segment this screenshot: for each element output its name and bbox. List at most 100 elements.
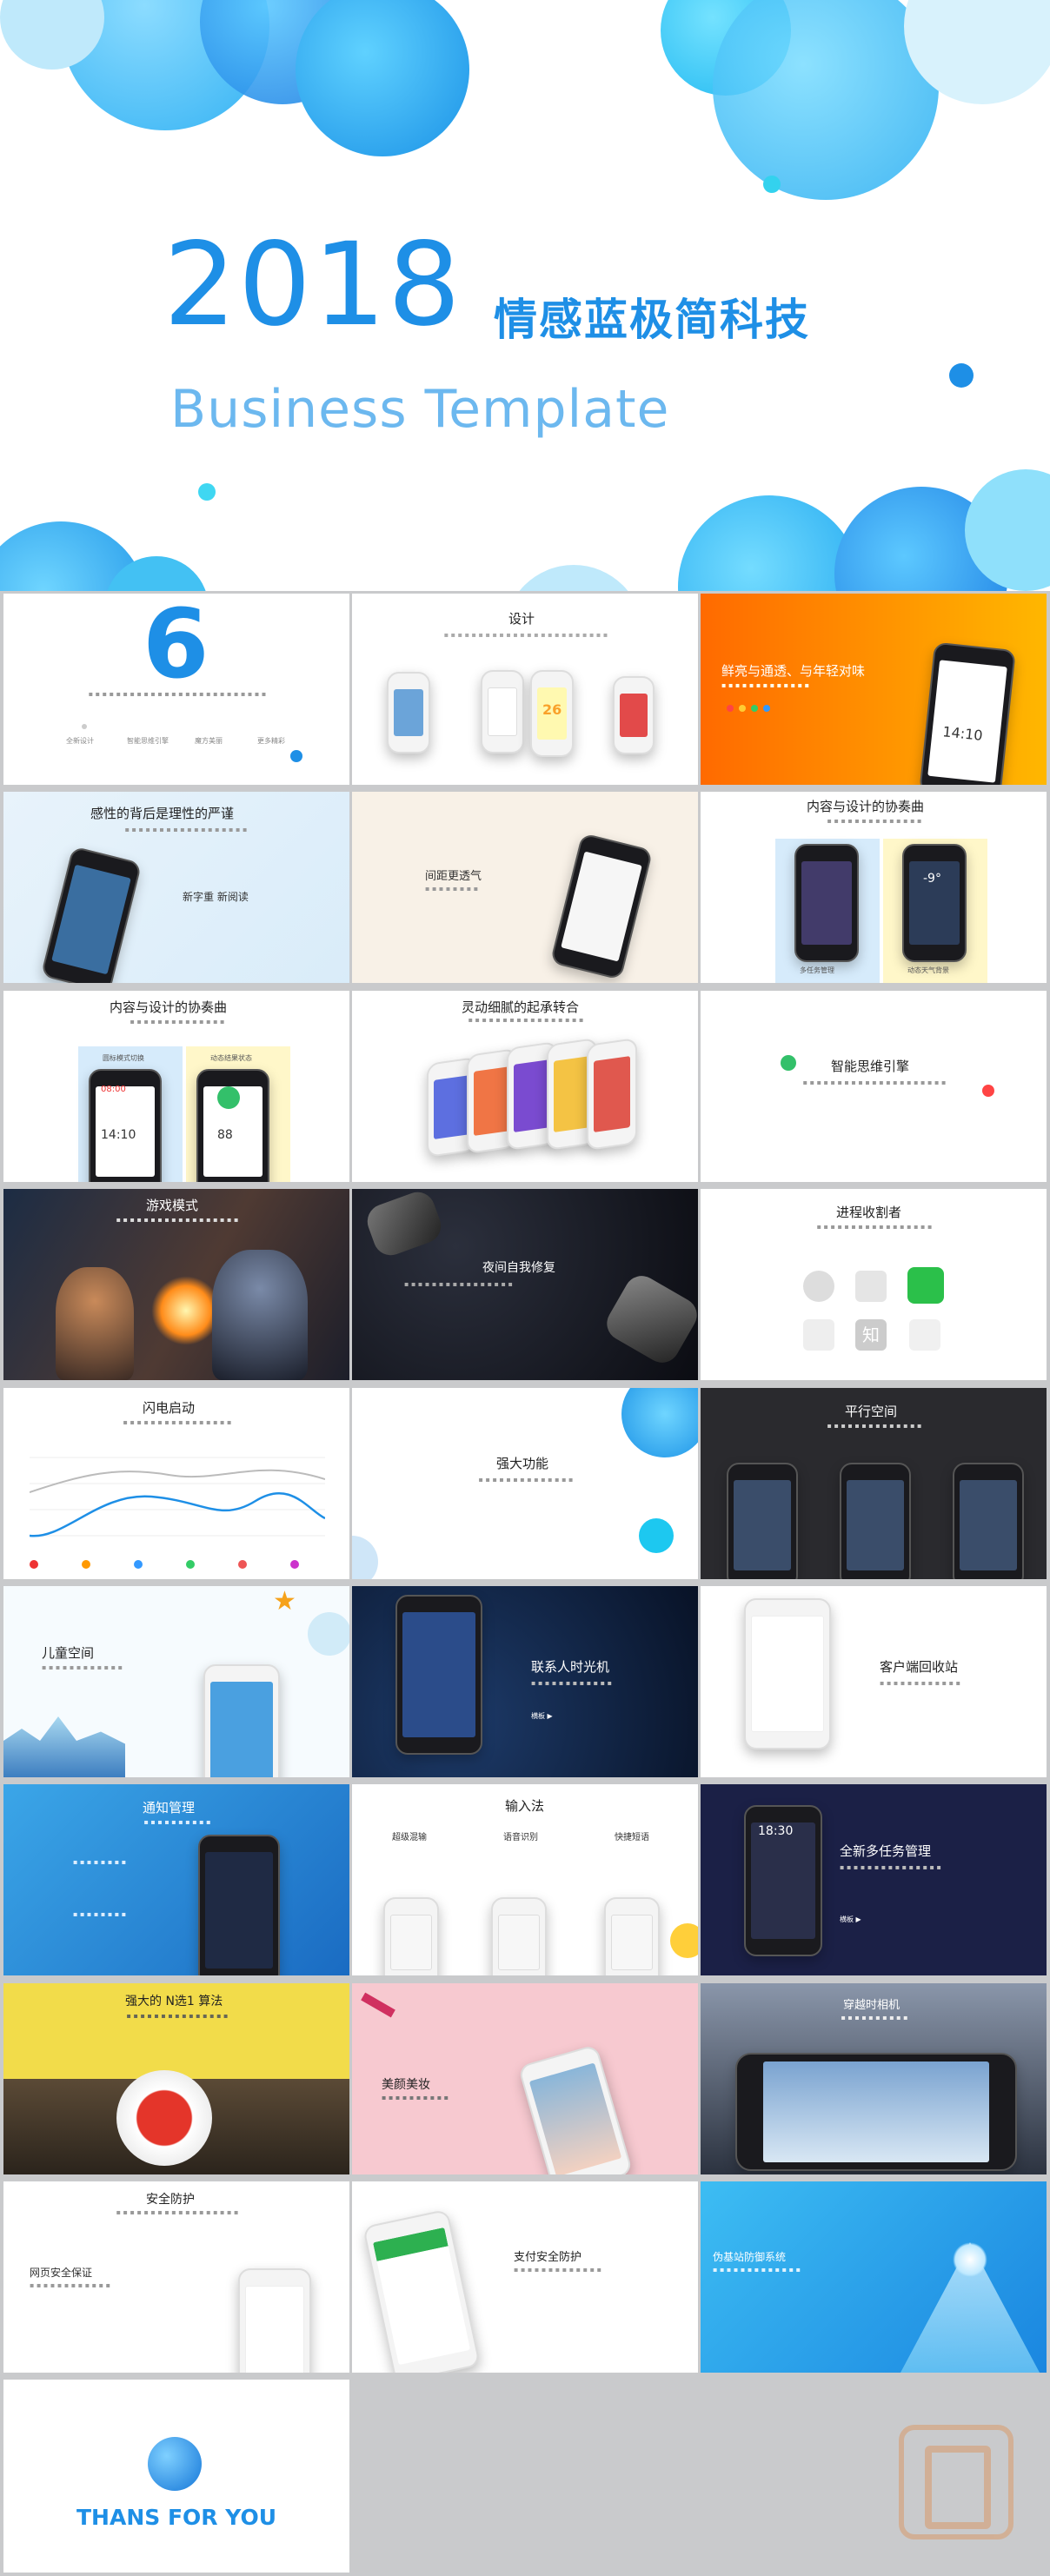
slide-title: 设计: [508, 611, 535, 627]
phone-mockup: 08:00 14:10: [89, 1069, 162, 1182]
color-dot: [763, 705, 770, 712]
year-heading: 2018: [163, 218, 462, 352]
phone-mockup: [40, 846, 143, 983]
paragraph: ▪ ▪ ▪ ▪ ▪ ▪ ▪ ▪ ▪ ▪ ▪ ▪ ▪ ▪: [130, 1018, 225, 1026]
slide-title: 内容与设计的协奏曲: [110, 999, 228, 1015]
game-character: [212, 1250, 308, 1380]
phone-mockup: [387, 672, 430, 754]
slide-vivid[interactable]: 鲜亮与通透、与年轻对味 ▪ ▪ ▪ ▪ ▪ ▪ ▪ ▪ ▪ ▪ ▪ ▪ ▪ 14…: [701, 594, 1047, 785]
slide-6[interactable]: 6 ▪ ▪ ▪ ▪ ▪ ▪ ▪ ▪ ▪ ▪ ▪ ▪ ▪ ▪ ▪ ▪ ▪ ▪ ▪ …: [3, 594, 349, 785]
phone-mockup: 14:10: [919, 641, 1016, 785]
phone-mockup: 88: [196, 1069, 269, 1182]
phone-mockup: [953, 1463, 1024, 1579]
feature-label: 智能思维引擎: [127, 737, 169, 745]
paragraph: ▪ ▪ ▪ ▪ ▪ ▪ ▪ ▪: [425, 885, 479, 893]
phone-mockup: [238, 2268, 311, 2373]
paragraph: ▪ ▪ ▪ ▪ ▪ ▪ ▪ ▪ ▪ ▪ ▪ ▪ ▪: [713, 2266, 801, 2274]
bubble: [198, 483, 216, 501]
slide-process[interactable]: 进程收割者 ▪ ▪ ▪ ▪ ▪ ▪ ▪ ▪ ▪ ▪ ▪ ▪ ▪ ▪ ▪ ▪ ▪ …: [701, 1189, 1047, 1380]
slide-title: 鲜亮与通透、与年轻对味: [721, 663, 866, 679]
disc-icon: [803, 1271, 834, 1302]
phone-mockup: [840, 1463, 911, 1579]
bubble: [763, 176, 781, 193]
slide-recycle[interactable]: 客户端回收站 ▪ ▪ ▪ ▪ ▪ ▪ ▪ ▪ ▪ ▪ ▪ ▪: [701, 1586, 1047, 1777]
phone-mockup: 18:30: [744, 1805, 822, 1956]
subtitle: 网页安全保证: [30, 2267, 93, 2279]
slide-engine[interactable]: 智能思维引擎 ▪ ▪ ▪ ▪ ▪ ▪ ▪ ▪ ▪ ▪ ▪ ▪ ▪ ▪ ▪ ▪ ▪…: [701, 991, 1047, 1182]
slide-transitions[interactable]: 灵动细腻的起承转合 ▪ ▪ ▪ ▪ ▪ ▪ ▪ ▪ ▪ ▪ ▪ ▪ ▪ ▪ ▪ …: [352, 991, 698, 1182]
slide-title: 安全防护: [146, 2193, 195, 2207]
slide-security[interactable]: 安全防护 ▪ ▪ ▪ ▪ ▪ ▪ ▪ ▪ ▪ ▪ ▪ ▪ ▪ ▪ ▪ ▪ ▪ ▪…: [3, 2181, 349, 2373]
slide-payment[interactable]: 支付安全防护 ▪ ▪ ▪ ▪ ▪ ▪ ▪ ▪ ▪ ▪ ▪ ▪ ▪: [352, 2181, 698, 2373]
slide-title: 联系人时光机: [531, 1659, 610, 1675]
col-heading: 快捷短语: [615, 1833, 649, 1842]
slide-rational[interactable]: 感性的背后是理性的严谨 ▪ ▪ ▪ ▪ ▪ ▪ ▪ ▪ ▪ ▪ ▪ ▪ ▪ ▪ …: [3, 792, 349, 983]
caption: 新字重 新阅读: [183, 891, 249, 903]
slide-multitask[interactable]: 18:30 全新多任务管理 ▪ ▪ ▪ ▪ ▪ ▪ ▪ ▪ ▪ ▪ ▪ ▪ ▪ …: [701, 1784, 1047, 1975]
phone-mockup: 26: [530, 670, 574, 757]
phone-mockup: [613, 676, 655, 754]
link[interactable]: 横板 ▶: [531, 1711, 553, 1721]
slide-contacts[interactable]: 联系人时光机 ▪ ▪ ▪ ▪ ▪ ▪ ▪ ▪ ▪ ▪ ▪ ▪ 横板 ▶: [352, 1586, 698, 1777]
slide-title: 伪基站防御系统: [713, 2251, 787, 2263]
slide-title: 内容与设计的协奏曲: [807, 799, 925, 814]
wechat-icon: [907, 1267, 944, 1304]
slide-notifications[interactable]: 通知管理 ▪ ▪ ▪ ▪ ▪ ▪ ▪ ▪ ▪ ▪ ▪ ▪ ▪ ▪ ▪ ▪ ▪ ▪…: [3, 1784, 349, 1975]
paragraph: ▪ ▪ ▪ ▪ ▪ ▪ ▪ ▪ ▪ ▪ ▪ ▪ ▪ ▪ ▪ ▪ ▪: [468, 1016, 584, 1024]
slide-spacing[interactable]: 间距更透气 ▪ ▪ ▪ ▪ ▪ ▪ ▪ ▪: [352, 792, 698, 983]
phone-mockup: [549, 833, 654, 980]
paragraph: ▪ ▪ ▪ ▪ ▪ ▪ ▪ ▪ ▪ ▪: [143, 1818, 211, 1826]
slide-ime[interactable]: 输入法 超级混输 语音识别 快捷短语: [352, 1784, 698, 1975]
feature-label: 更多精彩: [257, 737, 285, 745]
slide-flash-start[interactable]: 闪电启动 ▪ ▪ ▪ ▪ ▪ ▪ ▪ ▪ ▪ ▪ ▪ ▪ ▪ ▪ ▪ ▪: [3, 1388, 349, 1579]
phone-mockup: [794, 844, 859, 962]
phone-mockup: -9°: [902, 844, 967, 962]
slide-algorithm[interactable]: 强大的 N选1 算法 ▪ ▪ ▪ ▪ ▪ ▪ ▪ ▪ ▪ ▪ ▪ ▪ ▪ ▪ ▪: [3, 1983, 349, 2174]
phone-mockup: [203, 1664, 280, 1777]
caption: 间距更透气: [425, 870, 482, 883]
paragraph: ▪ ▪ ▪ ▪ ▪ ▪ ▪ ▪ ▪ ▪ ▪ ▪ ▪ ▪ ▪ ▪ ▪ ▪: [116, 2208, 239, 2216]
zhihu-icon: 知: [855, 1319, 887, 1351]
slide-kids[interactable]: 儿童空间 ▪ ▪ ▪ ▪ ▪ ▪ ▪ ▪ ▪ ▪ ▪ ▪ ★: [3, 1586, 349, 1777]
paragraph: ▪ ▪ ▪ ▪ ▪ ▪ ▪ ▪ ▪ ▪ ▪ ▪ ▪ ▪ ▪ ▪ ▪ ▪: [116, 1216, 239, 1224]
slide-harmony-1[interactable]: 内容与设计的协奏曲 ▪ ▪ ▪ ▪ ▪ ▪ ▪ ▪ ▪ ▪ ▪ ▪ ▪ ▪ -9…: [701, 792, 1047, 983]
slide-harmony-2[interactable]: 内容与设计的协奏曲 ▪ ▪ ▪ ▪ ▪ ▪ ▪ ▪ ▪ ▪ ▪ ▪ ▪ ▪ 圆标…: [3, 991, 349, 1182]
decor-dot: [982, 1085, 994, 1097]
color-dot: [739, 705, 746, 712]
caption: 动态天气背景: [907, 966, 949, 974]
castle-illustration: [3, 1716, 125, 1777]
link[interactable]: 横板 ▶: [840, 1915, 861, 1924]
title-slide[interactable]: 2018 情感蓝极简科技 Business Template: [0, 0, 1050, 591]
phone-mockup: [517, 2044, 634, 2174]
paragraph: ▪ ▪ ▪ ▪ ▪ ▪ ▪ ▪: [73, 1858, 127, 1866]
slide-beauty[interactable]: 美颜美妆 ▪ ▪ ▪ ▪ ▪ ▪ ▪ ▪ ▪ ▪: [352, 1983, 698, 2174]
phone-mockup: [362, 2208, 482, 2373]
paragraph: ▪ ▪ ▪ ▪ ▪ ▪ ▪ ▪ ▪ ▪ ▪ ▪: [42, 1663, 123, 1671]
game-character: [56, 1267, 134, 1380]
phone-mockup: [587, 1037, 637, 1152]
slide-fake-base[interactable]: 伪基站防御系统 ▪ ▪ ▪ ▪ ▪ ▪ ▪ ▪ ▪ ▪ ▪ ▪ ▪: [701, 2181, 1047, 2373]
feature-label: 魔方美丽: [195, 737, 223, 745]
paragraph: ▪ ▪ ▪ ▪ ▪ ▪ ▪ ▪: [73, 1910, 127, 1918]
slide-game[interactable]: 游戏模式 ▪ ▪ ▪ ▪ ▪ ▪ ▪ ▪ ▪ ▪ ▪ ▪ ▪ ▪ ▪ ▪ ▪ ▪: [3, 1189, 349, 1380]
slide-thanks[interactable]: THANS FOR YOU: [3, 2380, 349, 2573]
slide-parallel[interactable]: 平行空间 ▪ ▪ ▪ ▪ ▪ ▪ ▪ ▪ ▪ ▪ ▪ ▪ ▪ ▪: [701, 1388, 1047, 1579]
slide-title: 客户端回收站: [880, 1659, 959, 1675]
paragraph: ▪ ▪ ▪ ▪ ▪ ▪ ▪ ▪ ▪ ▪ ▪ ▪ ▪: [721, 681, 809, 689]
bubble: [504, 565, 643, 591]
slide-title: 全新多任务管理: [840, 1843, 932, 1859]
slide-powerful[interactable]: 强大功能 ▪ ▪ ▪ ▪ ▪ ▪ ▪ ▪ ▪ ▪ ▪ ▪ ▪ ▪: [352, 1388, 698, 1579]
caption: 动态结果状态: [210, 1054, 252, 1062]
slide-title: 通知管理: [143, 1800, 196, 1816]
paragraph: ▪ ▪ ▪ ▪ ▪ ▪ ▪ ▪ ▪ ▪ ▪ ▪ ▪ ▪: [478, 1476, 574, 1484]
phone-mockup: [604, 1897, 660, 1975]
slide-design[interactable]: 设计 ▪ ▪ ▪ ▪ ▪ ▪ ▪ ▪ ▪ ▪ ▪ ▪ ▪ ▪ ▪ ▪ ▪ ▪ ▪…: [352, 594, 698, 785]
slide-camera[interactable]: 穿越时相机 ▪ ▪ ▪ ▪ ▪ ▪ ▪ ▪ ▪ ▪: [701, 1983, 1047, 2174]
slide-title: 感性的背后是理性的严谨: [90, 806, 235, 821]
slide-night[interactable]: 夜间自我修复 ▪ ▪ ▪ ▪ ▪ ▪ ▪ ▪ ▪ ▪ ▪ ▪ ▪ ▪ ▪ ▪: [352, 1189, 698, 1380]
robot-arm: [601, 1269, 698, 1370]
col-heading: 超级混输: [392, 1833, 427, 1842]
slide-title: 平行空间: [845, 1404, 898, 1419]
phone-mockup: [481, 670, 524, 754]
paragraph: ▪ ▪ ▪ ▪ ▪ ▪ ▪ ▪ ▪ ▪ ▪ ▪ ▪ ▪ ▪ ▪: [404, 1280, 513, 1288]
